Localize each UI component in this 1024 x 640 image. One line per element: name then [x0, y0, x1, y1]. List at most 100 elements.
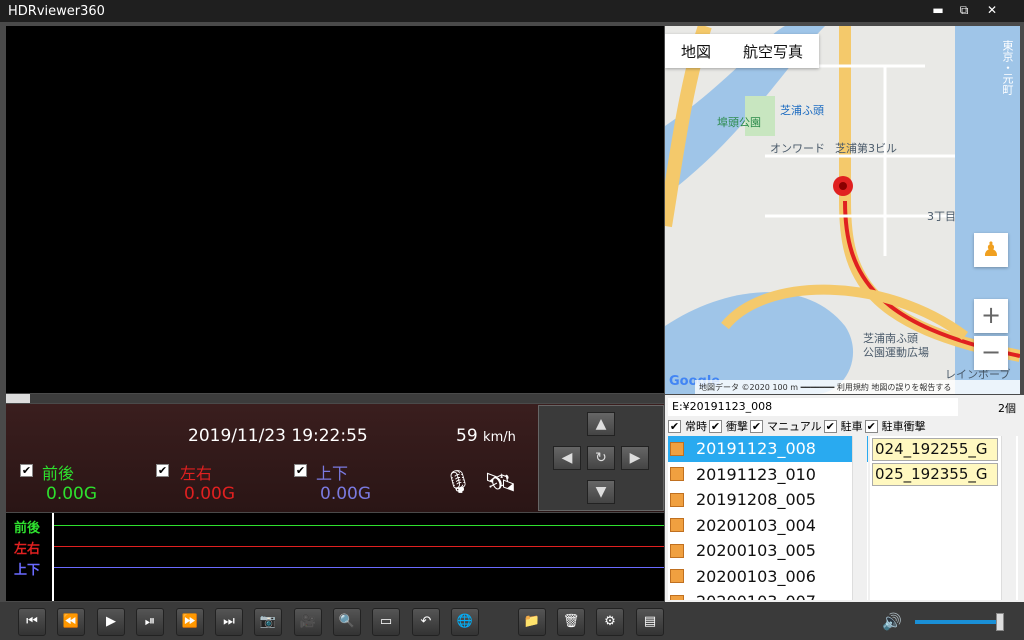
seek-bar[interactable]: [6, 394, 664, 403]
graph-trace-front-back: [52, 525, 664, 526]
recording-datetime: 2019/11/23 19:22:55: [188, 426, 368, 446]
axis-value: 0.00G: [184, 484, 236, 504]
axis-label: 左右: [180, 464, 213, 483]
list-item[interactable]: 20191123_010: [668, 462, 868, 488]
axis-value: 0.00G: [320, 484, 372, 504]
axis-value: 0.00G: [46, 484, 98, 504]
axis-checkbox-left-right[interactable]: ✔: [156, 464, 169, 477]
map-attribution: 地図データ ©2020 100 m ━━━━━━━ 利用規約 地図の誤りを報告す…: [695, 380, 1020, 394]
volume-slider[interactable]: [915, 620, 1000, 624]
map-view[interactable]: 地図 航空写真 芝浦ふ頭 埠頭公園 オンワード 芝浦第3ビル 3丁目 芝浦南ふ頭…: [665, 26, 1020, 394]
axis-label: 前後: [42, 464, 75, 483]
graph-trace-left-right: [52, 546, 664, 547]
minimize-button[interactable]: ▬: [924, 1, 952, 19]
map-label: 芝浦ふ頭: [780, 104, 824, 117]
file-icon: [670, 543, 684, 558]
map-label: オンワード: [770, 142, 825, 155]
seek-thumb[interactable]: [6, 394, 30, 403]
list-item-label: 20200103_005: [696, 541, 816, 561]
file-icon: [670, 441, 684, 456]
filter-label: 駐車: [840, 420, 863, 433]
close-button[interactable]: ✕: [978, 1, 1006, 19]
folder-path: E:¥20191123_008: [668, 398, 958, 416]
axis-label: 上下: [316, 464, 349, 483]
previous-file-icon[interactable]: ⏪: [57, 608, 85, 636]
map-label: 芝浦第3ビル: [835, 142, 897, 155]
view-down-button[interactable]: ▼: [587, 480, 615, 504]
rotate-180-icon[interactable]: ↶: [412, 608, 440, 636]
csv-export-icon[interactable]: ▤: [636, 608, 664, 636]
file-icon: [670, 594, 684, 600]
tab-satellite[interactable]: 航空写真: [727, 41, 819, 62]
globe-icon[interactable]: 🌐: [451, 608, 479, 636]
title-bar: HDRviewer360 ▬ ⧉ ✕: [0, 0, 1024, 22]
clip-list-scrollbar[interactable]: [1001, 436, 1016, 600]
map-label: 埠頭公園: [717, 116, 761, 129]
restore-button[interactable]: ⧉: [950, 1, 978, 19]
app-window: HDRviewer360 ▬ ⧉ ✕ 地図 航空写真 芝浦ふ頭 埠頭公園 オンワ…: [0, 0, 1024, 640]
video-camera-icon[interactable]: 🎥: [294, 608, 322, 636]
file-count: 2個: [998, 402, 1016, 415]
play-icon[interactable]: ▶: [97, 608, 125, 636]
map-label: 公園運動広場: [863, 346, 929, 359]
g-sensor-graph[interactable]: 前後 左右 上下: [6, 513, 664, 601]
graph-cursor: [52, 513, 54, 601]
view-left-button[interactable]: ◀: [553, 446, 581, 470]
skip-to-end-icon[interactable]: ⏭: [215, 608, 243, 636]
map-label: 3丁目: [927, 210, 956, 223]
panorama-icon[interactable]: ▭: [372, 608, 400, 636]
clip-item[interactable]: 024_192255_G: [872, 438, 998, 461]
list-item[interactable]: 20200103_005: [668, 538, 868, 564]
filter-label: 常時: [685, 420, 707, 433]
file-type-filters: ✔ 常時 ✔ 衝撃 ✔ マニュアル ✔ 駐車 ✔ 駐車衝撃: [668, 418, 1020, 434]
street-view-pegman-icon[interactable]: ♟: [974, 233, 1008, 267]
zoom-out-button[interactable]: −: [974, 336, 1008, 370]
list-item[interactable]: 20191123_008: [668, 436, 868, 462]
video-view[interactable]: [6, 26, 664, 393]
microphone-icon[interactable]: 🎙: [444, 470, 472, 495]
step-forward-icon[interactable]: ⏯: [136, 608, 164, 636]
speed-readout: 59 km/h: [456, 426, 516, 446]
fast-forward-icon[interactable]: ⏩: [176, 608, 204, 636]
graph-trace-up-down: [52, 567, 664, 568]
axis-checkbox-front-back[interactable]: ✔: [20, 464, 33, 477]
skip-to-start-icon[interactable]: ⏮: [18, 608, 46, 636]
list-item-label: 20191208_005: [696, 490, 816, 510]
list-item[interactable]: 20200103_007: [668, 589, 868, 600]
clip-item[interactable]: 025_192355_G: [872, 463, 998, 486]
file-icon: [670, 569, 684, 584]
list-item[interactable]: 20191208_005: [668, 487, 868, 513]
list-item[interactable]: 20200103_004: [668, 513, 868, 539]
map-type-tabs: 地図 航空写真: [665, 34, 820, 68]
list-item[interactable]: 20200103_006: [668, 564, 868, 590]
trash-icon[interactable]: 🗑: [557, 608, 585, 636]
speed-unit: km/h: [483, 430, 516, 445]
tab-map[interactable]: 地図: [665, 41, 727, 62]
folder-icon[interactable]: 📁: [518, 608, 546, 636]
filter-label: 駐車衝撃: [881, 420, 926, 433]
filter-checkbox[interactable]: ✔: [750, 419, 763, 433]
snapshot-camera-icon[interactable]: 📷: [254, 608, 282, 636]
settings-gear-icon[interactable]: ⚙: [596, 608, 624, 636]
view-right-button[interactable]: ▶: [621, 446, 649, 470]
filter-checkbox[interactable]: ✔: [864, 419, 878, 433]
playback-toolbar: ⏮ ⏪ ▶ ⏯ ⏩ ⏭ 📷 🎥 🔍 ▭ ↶ 🌐 📁 🗑 ⚙ ▤ 🔊: [0, 602, 1024, 640]
filter-checkbox[interactable]: ✔: [668, 419, 681, 433]
volume-icon[interactable]: 🔊: [882, 612, 902, 631]
filter-checkbox[interactable]: ✔: [823, 419, 837, 433]
list-item-label: 20200103_007: [696, 592, 816, 600]
view-reset-icon[interactable]: ↻: [587, 446, 615, 470]
satellite-icon: 🛰: [484, 468, 518, 498]
list-item-label: 20200103_004: [696, 515, 816, 535]
filter-checkbox[interactable]: ✔: [709, 419, 722, 433]
view-up-button[interactable]: ▲: [587, 412, 615, 436]
filter-label: 衝撃: [726, 420, 748, 433]
recording-list-scrollbar[interactable]: [852, 436, 867, 600]
zoom-in-button[interactable]: +: [974, 299, 1008, 333]
map-canvas: [665, 26, 1020, 394]
axis-checkbox-up-down[interactable]: ✔: [294, 464, 307, 477]
zoom-icon[interactable]: 🔍: [333, 608, 361, 636]
volume-slider-thumb[interactable]: [996, 613, 1004, 631]
file-icon: [670, 518, 684, 533]
filter-label: マニュアル: [767, 420, 822, 433]
